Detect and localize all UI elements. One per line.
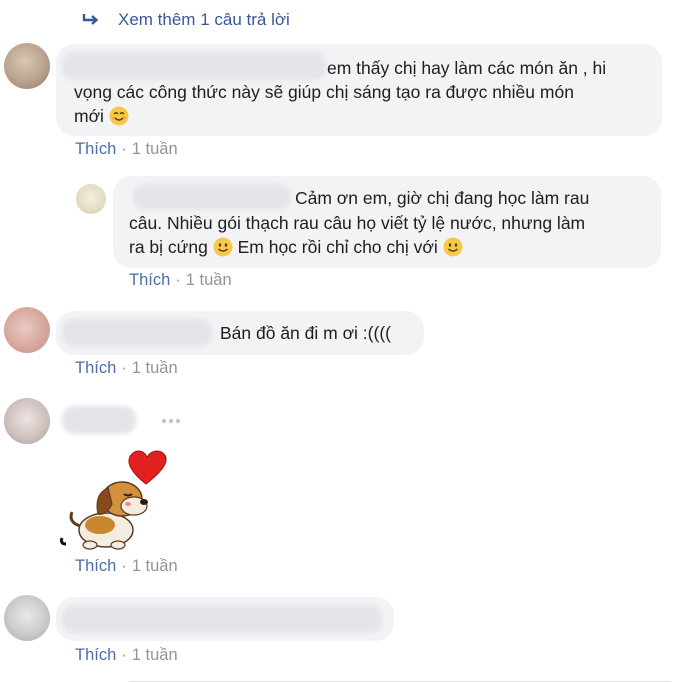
comment-bubble: em thấy chị hay làm các món ăn , hi vọng… bbox=[56, 44, 662, 136]
separator-dot: · bbox=[121, 646, 127, 664]
comment-actions: Thích · 1 tuần bbox=[75, 646, 178, 665]
timestamp[interactable]: 1 tuần bbox=[132, 140, 178, 159]
view-more-replies-label: Xem thêm 1 câu trả lời bbox=[118, 10, 290, 29]
comment-text-line: vọng các công thức này sẽ giúp chị sáng … bbox=[74, 82, 574, 102]
comment-text-line-3: mới bbox=[74, 104, 129, 128]
timestamp[interactable]: 1 tuần bbox=[132, 557, 178, 576]
timestamp[interactable]: 1 tuần bbox=[132, 646, 178, 665]
separator-dot: · bbox=[121, 359, 127, 377]
commenter-name-redacted[interactable] bbox=[62, 52, 326, 80]
comment-text-line: em thấy chị hay làm các món ăn , hi bbox=[327, 58, 607, 78]
commenter-name-redacted[interactable] bbox=[62, 319, 212, 347]
puppy-heart-sticker bbox=[60, 450, 167, 550]
separator-dot: · bbox=[121, 140, 127, 158]
avatar[interactable] bbox=[4, 595, 50, 641]
like-link[interactable]: Thích bbox=[129, 271, 170, 290]
comment-content-redacted bbox=[62, 605, 382, 633]
comment-text-line: câu. Nhiều gói thạch rau câu họ viết tỷ … bbox=[129, 213, 586, 233]
comment-bubble: Bán đồ ăn đi m ơi :(((( bbox=[56, 311, 424, 355]
comment-actions: Thích · 1 tuần bbox=[75, 140, 178, 159]
smiling-face-icon bbox=[109, 106, 129, 126]
comment-actions: Thích · 1 tuần bbox=[75, 557, 178, 576]
avatar[interactable] bbox=[4, 43, 50, 89]
timestamp[interactable]: 1 tuần bbox=[132, 359, 178, 378]
comment-text-part: Em học rồi chỉ cho chị với bbox=[237, 237, 438, 257]
slightly-smiling-face-icon bbox=[213, 237, 233, 257]
commenter-name-redacted[interactable] bbox=[133, 184, 291, 210]
like-link[interactable]: Thích bbox=[75, 646, 116, 665]
comment-text-line: Bán đồ ăn đi m ơi :(((( bbox=[220, 323, 391, 343]
comment-text-line: Cảm ơn em, giờ chị đang học làm rau bbox=[295, 188, 590, 208]
like-link[interactable]: Thích bbox=[75, 557, 116, 576]
slightly-smiling-face-icon bbox=[443, 237, 463, 257]
avatar[interactable] bbox=[76, 184, 106, 214]
reply-arrow-icon bbox=[82, 14, 99, 25]
avatar[interactable] bbox=[4, 398, 50, 444]
divider bbox=[130, 681, 670, 682]
comment-bubble bbox=[56, 597, 394, 641]
comment-text-line-3: ra bị cứng Em học rồi chỉ cho chị với bbox=[129, 235, 463, 259]
like-link[interactable]: Thích bbox=[75, 140, 116, 159]
timestamp[interactable]: 1 tuần bbox=[186, 271, 232, 290]
commenter-name-redacted[interactable] bbox=[62, 406, 136, 434]
comment-text-end: mới bbox=[74, 106, 104, 126]
comment-actions: Thích · 1 tuần bbox=[75, 359, 178, 378]
separator-dot: · bbox=[175, 271, 181, 289]
comment-bubble: Cảm ơn em, giờ chị đang học làm rau câu.… bbox=[113, 176, 661, 268]
comment-actions: Thích · 1 tuần bbox=[129, 271, 232, 290]
more-dots-icon[interactable] bbox=[162, 419, 180, 423]
separator-dot: · bbox=[121, 557, 127, 575]
comment-text-part: ra bị cứng bbox=[129, 237, 208, 257]
like-link[interactable]: Thích bbox=[75, 359, 116, 378]
avatar[interactable] bbox=[4, 307, 50, 353]
view-more-replies-link[interactable]: Xem thêm 1 câu trả lời bbox=[82, 10, 290, 30]
